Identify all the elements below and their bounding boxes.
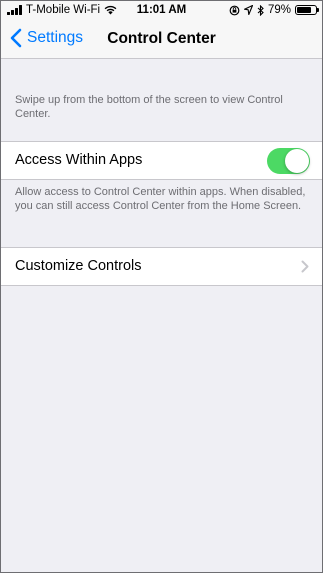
battery-percent: 79% <box>267 4 291 16</box>
access-within-apps-toggle[interactable] <box>267 148 310 174</box>
navigation-bar: Settings Control Center <box>1 21 322 59</box>
page-title: Control Center <box>107 30 216 47</box>
chevron-right-icon <box>301 260 309 273</box>
access-within-apps-description: Allow access to Control Center within ap… <box>15 186 306 212</box>
customize-controls-label: Customize Controls <box>15 258 142 274</box>
rotation-lock-icon <box>229 5 240 15</box>
location-icon <box>243 5 253 15</box>
access-within-apps-row: Access Within Apps <box>1 141 322 180</box>
access-within-apps-label: Access Within Apps <box>15 152 143 168</box>
control-center-settings-screen: T-Mobile Wi-Fi 11:01 AM 79% Settings Con… <box>0 0 323 573</box>
bluetooth-icon <box>257 4 264 16</box>
status-right: 79% <box>229 4 319 16</box>
toggle-knob <box>285 149 309 173</box>
status-bar: T-Mobile Wi-Fi 11:01 AM 79% <box>1 1 322 21</box>
battery-icon <box>295 5 319 15</box>
battery-fill <box>297 7 312 13</box>
customize-controls-row[interactable]: Customize Controls <box>1 247 322 286</box>
intro-description: Swipe up from the bottom of the screen t… <box>15 94 283 120</box>
